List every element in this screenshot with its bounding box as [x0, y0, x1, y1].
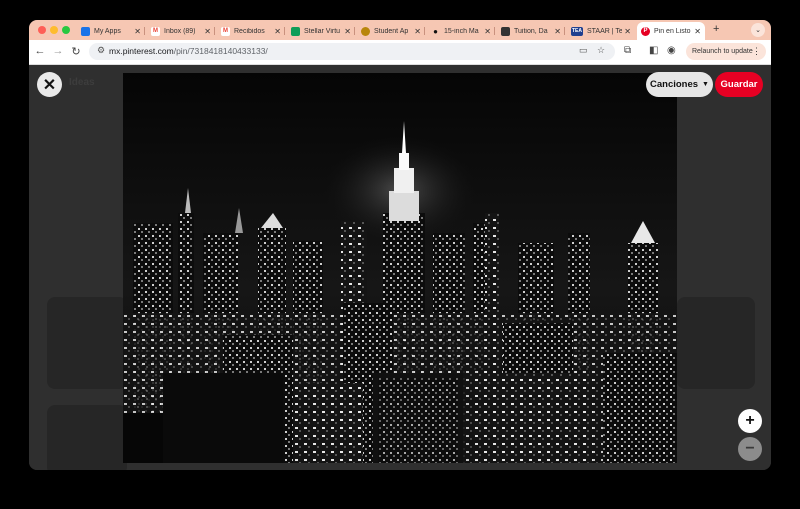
apple-icon: ● [433, 26, 438, 36]
tab-close-icon[interactable]: ✕ [274, 27, 281, 36]
tab-close-icon[interactable]: ✕ [554, 27, 561, 36]
tab-title: Inbox (89) [164, 27, 196, 35]
tab-title: STAAR | Te [587, 27, 623, 35]
profile-avatar-icon[interactable]: ◉ [667, 45, 676, 56]
tab-close-icon[interactable]: ✕ [624, 27, 631, 36]
tab-tuition[interactable]: Tuition, Da ✕ [497, 22, 565, 40]
url-domain: mx.pinterest.com [109, 46, 174, 56]
tab-title: My Apps [94, 27, 121, 35]
tab-close-icon[interactable]: ✕ [484, 27, 491, 36]
relaunch-label: Relaunch to update [692, 48, 753, 55]
tab-staar[interactable]: TEA STAAR | Te ✕ [567, 22, 635, 40]
save-button-label: Guardar [720, 79, 758, 90]
tab-search-chevron-icon[interactable]: ⌄ [751, 23, 765, 37]
browser-window: My Apps ✕ M Inbox (89) ✕ M Recibidos ✕ S… [29, 20, 771, 470]
pinterest-icon: P [641, 26, 650, 36]
forward-icon[interactable]: → [51, 45, 65, 57]
minimize-window-button[interactable] [50, 26, 58, 34]
tab-title: 15-inch Ma [444, 27, 479, 35]
address-bar[interactable]: ⚙ mx.pinterest.com/pin/731841814043313​3… [89, 43, 615, 60]
background-pin-right [677, 297, 755, 389]
tab-macbook[interactable]: ● 15-inch Ma ✕ [427, 22, 495, 40]
cast-icon[interactable]: ▭ [579, 45, 588, 56]
close-icon: ✕ [42, 76, 57, 94]
close-pin-button[interactable]: ✕ [37, 72, 62, 97]
minus-icon: − [745, 440, 755, 457]
tab-close-icon[interactable]: ✕ [204, 27, 211, 36]
tab-title: Stellar Virtu [304, 27, 341, 35]
chevron-down-icon: ▼ [702, 81, 709, 88]
side-panel-icon[interactable]: ◧ [649, 45, 658, 56]
maximize-window-button[interactable] [62, 26, 70, 34]
background-pin-left-2 [47, 405, 127, 470]
pin-closeup-overlay: Ideas ✕ Canciones ▼ Guardar + − [29, 65, 771, 470]
tab-my-apps[interactable]: My Apps ✕ [77, 22, 145, 40]
tab-close-icon[interactable]: ✕ [414, 27, 421, 36]
tab-close-icon[interactable]: ✕ [344, 27, 351, 36]
url-path: /pin/731841814043313​3/ [173, 46, 268, 56]
tea-icon: TEA [571, 26, 583, 36]
tab-stellar[interactable]: Stellar Virtu ✕ [287, 22, 355, 40]
bookmark-star-icon[interactable]: ☆ [597, 45, 605, 56]
student-icon [361, 26, 370, 36]
plus-icon: + [745, 412, 755, 429]
reload-icon[interactable]: ↻ [69, 45, 83, 58]
tab-recibidos[interactable]: M Recibidos ✕ [217, 22, 285, 40]
tab-student[interactable]: Student Ap ✕ [357, 22, 425, 40]
relaunch-button[interactable]: Relaunch to update ⋮ [686, 43, 766, 60]
doc-icon [501, 26, 510, 36]
new-tab-icon[interactable]: + [713, 23, 719, 35]
background-heading: Ideas [69, 77, 95, 88]
gmail-icon: M [221, 26, 230, 36]
board-select-dropdown[interactable]: Canciones ▼ [646, 72, 713, 97]
tab-pinterest[interactable]: P Pin en Listo ✕ [637, 22, 705, 40]
pin-image-city-skyline[interactable] [123, 73, 677, 463]
close-window-button[interactable] [38, 26, 46, 34]
tab-title: Student Ap [374, 27, 409, 35]
sheets-icon [291, 26, 300, 36]
tab-strip: My Apps ✕ M Inbox (89) ✕ M Recibidos ✕ S… [29, 20, 771, 40]
background-pin-left [47, 297, 127, 389]
back-icon[interactable]: ← [33, 45, 47, 57]
zoom-in-button[interactable]: + [738, 409, 762, 433]
tab-close-icon[interactable]: ✕ [694, 27, 701, 36]
tab-close-icon[interactable]: ✕ [134, 27, 141, 36]
tab-title: Pin en Listo [654, 27, 691, 35]
tab-title: Recibidos [234, 27, 265, 35]
zoom-out-button[interactable]: − [738, 437, 762, 461]
browser-toolbar: ← → ↻ ⚙ mx.pinterest.com/pin/73184181404… [29, 40, 771, 65]
tab-inbox[interactable]: M Inbox (89) ✕ [147, 22, 215, 40]
gmail-icon: M [151, 26, 160, 36]
extensions-icon[interactable]: ⧉ [624, 45, 631, 56]
site-info-icon[interactable]: ⚙ [97, 45, 105, 56]
apps-icon [81, 26, 90, 36]
board-select-label: Canciones [650, 79, 699, 90]
url-text: mx.pinterest.com/pin/731841814043313​3/ [109, 46, 268, 56]
tab-title: Tuition, Da [514, 27, 548, 35]
save-button[interactable]: Guardar [715, 72, 763, 97]
menu-dots-icon[interactable]: ⋮ [752, 46, 761, 57]
